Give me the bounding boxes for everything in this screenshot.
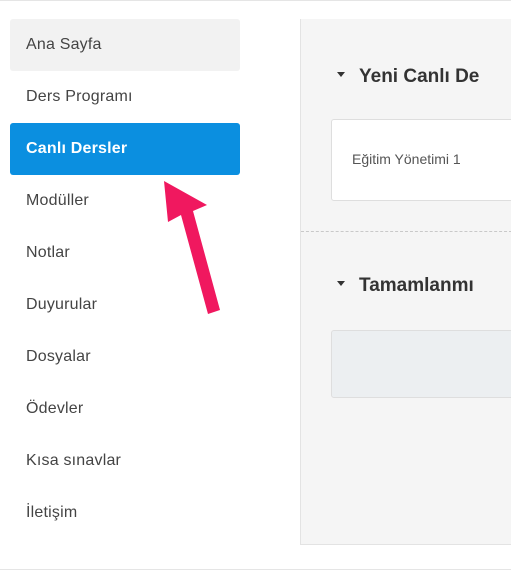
upcoming-section-title: Yeni Canlı De: [359, 66, 480, 87]
caret-down-icon: [337, 72, 345, 78]
sidebar-item-canli-dersler[interactable]: Canlı Dersler: [10, 123, 240, 175]
sidebar-item-moduller[interactable]: Modüller: [10, 175, 240, 227]
sidebar-item-dosyalar[interactable]: Dosyalar: [10, 331, 240, 383]
sidebar-item-iletisim[interactable]: İletişim: [10, 487, 240, 539]
section-divider: [301, 231, 511, 232]
live-lesson-card[interactable]: Eğitim Yönetimi 1: [331, 119, 511, 201]
completed-section-toggle[interactable]: Tamamlanmı: [337, 275, 474, 297]
upcoming-section-toggle[interactable]: Yeni Canlı De: [337, 66, 479, 88]
caret-down-icon: [337, 281, 345, 287]
sidebar-item-kisa-sinavlar[interactable]: Kısa sınavlar: [10, 435, 240, 487]
live-lesson-title: Eğitim Yönetimi 1: [352, 151, 461, 167]
sidebar-item-ders-programi[interactable]: Ders Programı: [10, 71, 240, 123]
sidebar-item-duyurular[interactable]: Duyurular: [10, 279, 240, 331]
completed-section-title: Tamamlanmı: [359, 275, 474, 296]
course-sidebar: Ana Sayfa Ders Programı Canlı Dersler Mo…: [10, 19, 240, 539]
live-lessons-panel: Yeni Canlı De Eğitim Yönetimi 1 Tamamlan…: [300, 19, 511, 545]
sidebar-item-ana-sayfa[interactable]: Ana Sayfa: [10, 19, 240, 71]
sidebar-item-odevler[interactable]: Ödevler: [10, 383, 240, 435]
completed-lessons-box: [331, 330, 511, 398]
sidebar-item-notlar[interactable]: Notlar: [10, 227, 240, 279]
